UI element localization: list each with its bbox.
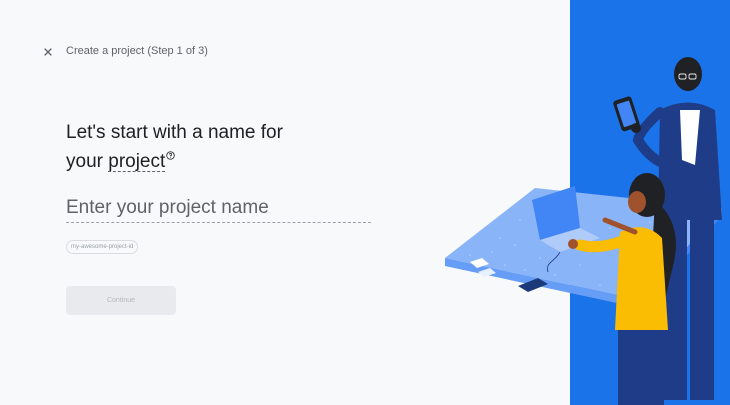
close-icon	[40, 44, 56, 60]
close-button[interactable]	[40, 44, 56, 60]
continue-button[interactable]: Continue	[66, 286, 176, 315]
heading-line-1: Let's start with a name for	[66, 122, 283, 143]
project-id-chip[interactable]: my-awesome-project-id	[66, 240, 139, 254]
help-circle-icon[interactable]	[166, 150, 175, 160]
project-term-link[interactable]: project	[108, 151, 165, 172]
heading-prefix: your	[66, 151, 103, 172]
project-name-heading: Let's start with a name for your project	[66, 118, 346, 176]
project-name-input[interactable]	[66, 194, 371, 223]
page-title: Create a project (Step 1 of 3)	[66, 45, 208, 57]
project-illustration	[445, 57, 722, 405]
